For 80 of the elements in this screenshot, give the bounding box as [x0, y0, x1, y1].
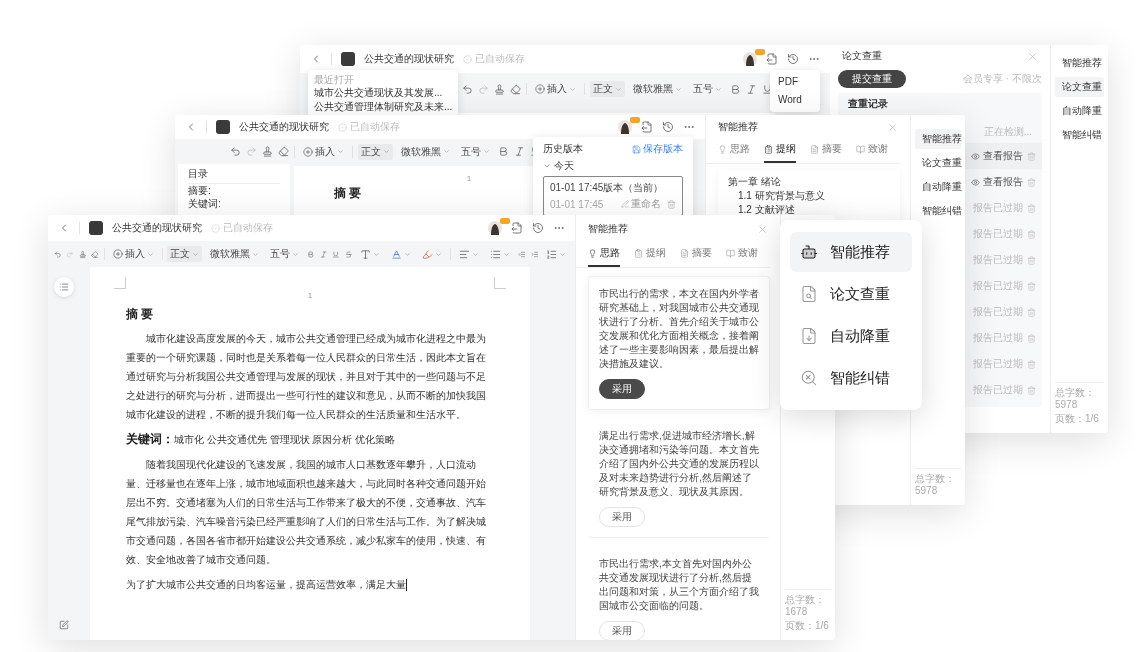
suggestion-text: 市民出行需求,本文首先对国内外公共交通发展现状进行了分析,然后提出问题和对策，从三个方面介绍了我国城市公交面临的问题。 — [599, 557, 759, 613]
page-count: 页数：1/6 — [785, 620, 830, 632]
word-count: 总字数：5978 — [1055, 387, 1096, 411]
style-dropdown[interactable]: 正文 — [358, 143, 393, 160]
sidebar-item[interactable]: 智能推荐 — [1055, 53, 1104, 73]
sidebar-item[interactable]: 智能纠错 — [1055, 125, 1104, 145]
panel-tab[interactable]: 思路 — [588, 243, 620, 267]
panel-tab[interactable]: 提纲 — [764, 139, 796, 163]
panel-title: 智能推荐 — [718, 120, 758, 134]
document-title: 公共交通的现状研究 — [239, 120, 329, 134]
font-dropdown[interactable]: 微软雅黑 — [398, 143, 453, 160]
group-label: 今天 — [554, 159, 574, 173]
adopt-button[interactable]: 采用 — [599, 621, 645, 640]
sidebar-item[interactable]: 智能纠错 — [915, 201, 961, 221]
paragraph: 随着我国现代化建设的飞速发展，我国的城市人口基数逐年攀升，人口流动量、迁移量也在逐年上涨，城市地域面积也越来越大，与此同时各种交通问题开始层出不穷。交通堵塞为人们的日常生活与工作带来了极大的不便，交通事故、汽车尾气排放污染、汽车噪音污染已经严重影响了人们的日常生活与工作。为了解决城市交通问题，各国各省市都开始建设公共交通系统，减少私家车的使用，快速、有效、安全地改善了城市交通问题。 — [126, 458, 487, 567]
adopt-button[interactable]: 采用 — [599, 379, 645, 399]
keywords: 关键词：城市化 公共交通优先 管理现状 原因分析 优化策略 — [126, 431, 397, 448]
outline-title: 目录 — [188, 167, 280, 184]
records-title: 查重记录 — [847, 97, 889, 111]
menu-heading: 最近打开 — [314, 73, 355, 86]
font-dropdown[interactable]: 微软雅黑 — [630, 81, 685, 97]
panel-tab[interactable]: 致谢 — [726, 243, 758, 267]
outline-item[interactable]: 关键词: — [188, 198, 280, 210]
page-number: 1 — [307, 291, 313, 300]
insert-button[interactable]: 插入 — [532, 81, 579, 97]
feature-item[interactable]: 论文查重 — [790, 274, 912, 314]
feature-item[interactable]: 自动降重 — [790, 316, 912, 356]
size-dropdown[interactable]: 五号 — [690, 81, 725, 97]
report-link[interactable]: 查看报告 — [983, 149, 1023, 163]
document-title: 公共交通的现状研究 — [112, 221, 202, 235]
paragraph: 为了扩大城市公共交通的日均客运量，提高运营效率，满足大量 — [126, 578, 406, 592]
paragraph: 城市化建设高度发展的今天，城市公共交通管理已经成为城市化进程之中最为重要的一个研究课题，同时也是关系着每一位人民群众的日常生活，因此本文旨在通过研究与分析我国公共交通管理与发展的现状，并且对于其中的一些问题与不足之处进行的研究与分析，进而提出一些可行性的建议和意见，从而不断的加快我国城市化建设的进程，不断的提升我们每一位人民群众的生活质量和生活水平。 — [126, 332, 487, 422]
save-status: 已自动保存 — [350, 120, 400, 134]
popup-title: 历史版本 — [543, 142, 583, 156]
version-time: 01-01 17:45 — [550, 198, 604, 210]
save-status: 已自动保存 — [223, 221, 273, 235]
sidebar-item[interactable]: 自动降重 — [915, 177, 961, 197]
panel-title: 论文查重 — [842, 49, 882, 63]
save-status: 已自动保存 — [475, 52, 525, 66]
adopt-button[interactable]: 采用 — [599, 507, 645, 527]
page-count: 页数：1/6 — [1055, 413, 1100, 425]
panel-tab[interactable]: 致谢 — [856, 139, 888, 163]
insert-button[interactable]: 插入 — [300, 143, 347, 160]
version-name: 01-01 17:45版本（当前） — [550, 181, 665, 195]
panel-tab[interactable]: 摘要 — [810, 139, 842, 163]
size-dropdown[interactable]: 五号 — [458, 143, 493, 160]
feature-item[interactable]: 智能纠错 — [790, 358, 912, 398]
word-count: 总字数：1678 — [785, 594, 826, 618]
panel-tab[interactable]: 提纲 — [634, 243, 666, 267]
panel-title: 智能推荐 — [588, 222, 628, 236]
sidebar-item[interactable]: 自动降重 — [1055, 101, 1104, 121]
word-count: 总字数：5978 — [915, 473, 956, 497]
sidebar-item[interactable]: 论文查重 — [1055, 77, 1104, 97]
panel-tab[interactable]: 思路 — [718, 139, 750, 163]
outline-item[interactable]: 摘要: — [188, 185, 280, 197]
report-link[interactable]: 查看报告 — [983, 175, 1023, 189]
save-version-link[interactable]: 保存版本 — [632, 142, 683, 156]
feature-item[interactable]: 智能推荐 — [790, 232, 912, 272]
font-dropdown[interactable]: 微软雅黑 — [207, 246, 263, 262]
page-number: 1 — [466, 174, 472, 183]
size-dropdown[interactable]: 五号 — [267, 246, 303, 262]
suggestion-text: 市民出行的需求，本文在国内外学者研究基础上，对我国城市公共交通现状进行了分析。首先介绍关于城市公交发展和优化方面相关概念，接着阐述了一些主要影响因素，最后提出解决措施及建议。 — [599, 287, 759, 371]
menu-item[interactable]: 公共交通管理体制研究及未来... — [314, 100, 452, 114]
menu-item[interactable]: PDF — [778, 75, 812, 89]
insert-button[interactable]: 插入 — [109, 246, 157, 262]
menu-item[interactable]: Word — [778, 93, 812, 107]
sidebar-item[interactable]: 论文查重 — [915, 153, 961, 173]
submit-button[interactable]: 提交查重 — [838, 70, 906, 88]
panel-tab[interactable]: 摘要 — [680, 243, 712, 267]
style-dropdown[interactable]: 正文 — [167, 246, 203, 262]
outline-item[interactable]: 第一章 绪论 — [728, 176, 890, 188]
document-title: 公共交通的现状研究 — [364, 52, 454, 66]
suggestion-text: 满足出行需求,促进城市经济增长,解决交通拥堵和污染等问题。本文首先介绍了国内外公共交通的发展历程以及对未来趋势进行分析,然后阐述了研究背景及意义、现状及其原因。 — [599, 429, 759, 499]
outline-item[interactable]: 1.2 文献评述 — [728, 204, 890, 216]
section-heading: 摘 要 — [334, 185, 362, 202]
sidebar-item[interactable]: 智能推荐 — [915, 129, 961, 149]
section-heading: 摘 要 — [126, 306, 154, 323]
menu-item[interactable]: 城市公共交通现状及其发展... — [314, 86, 452, 100]
style-dropdown[interactable]: 正文 — [590, 81, 625, 97]
outline-item[interactable]: 1.1 研究背景与意义 — [728, 190, 890, 202]
